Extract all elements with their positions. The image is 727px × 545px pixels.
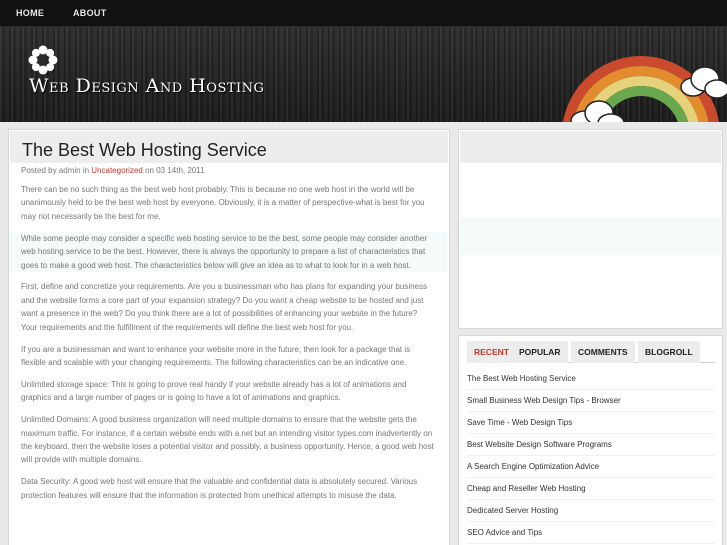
tab-recent[interactable]: RECENT: [467, 341, 516, 363]
recent-post-link[interactable]: Best Website Design Software Programs: [467, 434, 715, 456]
widget-tabs: RECENT POPULAR COMMENTS BLOGROLL: [467, 341, 715, 363]
post-meta: Posted by admin in Uncategorized on 03 1…: [21, 166, 205, 175]
recent-post-link[interactable]: SEO Advice and Tips: [467, 522, 715, 544]
widget-band: [460, 218, 721, 255]
post-meta-date: on 03 14th, 2011: [142, 166, 205, 175]
tab-blogroll[interactable]: BLOGROLL: [638, 341, 700, 363]
recent-post-link[interactable]: Save Time - Web Design Tips: [467, 412, 715, 434]
rainbow-clouds-icon: [563, 56, 727, 122]
post-category-link[interactable]: Uncategorized: [91, 166, 143, 175]
post-article: The Best Web Hosting Service Posted by a…: [8, 129, 450, 545]
top-navigation: HOME ABOUT: [0, 0, 727, 27]
recent-post-link[interactable]: A Search Engine Optimization Advice: [467, 456, 715, 478]
post-header-bar: The Best Web Hosting Service: [10, 131, 448, 163]
widget-header-bar: [460, 131, 721, 163]
post-body: There can be no such thing as the best w…: [9, 183, 447, 511]
post-paragraph: There can be no such thing as the best w…: [21, 185, 425, 221]
tab-comments[interactable]: COMMENTS: [571, 341, 635, 363]
post-paragraph: While some people may consider a specifi…: [9, 231, 447, 272]
nav-home-link[interactable]: HOME: [16, 8, 44, 18]
nav-about-link[interactable]: ABOUT: [73, 8, 107, 18]
post-paragraph: First, define and concretize your requir…: [21, 282, 427, 332]
flower-logo-icon: [28, 45, 58, 75]
sidebar-tabbed-widget: RECENT POPULAR COMMENTS BLOGROLL The Bes…: [458, 335, 723, 545]
recent-post-link[interactable]: Small Business Web Design Tips - Browser: [467, 390, 715, 412]
post-title[interactable]: The Best Web Hosting Service: [22, 140, 267, 161]
post-paragraph: Unlimited Domains: A good business organ…: [21, 415, 434, 465]
post-paragraph: If you are a businessman and want to enh…: [21, 344, 411, 367]
recent-post-link[interactable]: Cheap and Reseller Web Hosting: [467, 478, 715, 500]
post-paragraph: Data Security: A good web host will ensu…: [21, 477, 418, 500]
recent-posts-list: The Best Web Hosting Service Small Busin…: [467, 368, 715, 544]
post-meta-prefix: Posted by admin in: [21, 166, 92, 175]
recent-post-link[interactable]: The Best Web Hosting Service: [467, 368, 715, 390]
sidebar-widget-empty: [458, 129, 723, 329]
site-header: Web Design And Hosting: [0, 27, 727, 122]
tab-popular[interactable]: POPULAR: [512, 341, 568, 363]
site-title[interactable]: Web Design And Hosting: [29, 75, 264, 97]
post-paragraph: Unlimited storage space: This is going t…: [21, 379, 407, 403]
recent-post-link[interactable]: Dedicated Server Hosting: [467, 500, 715, 522]
